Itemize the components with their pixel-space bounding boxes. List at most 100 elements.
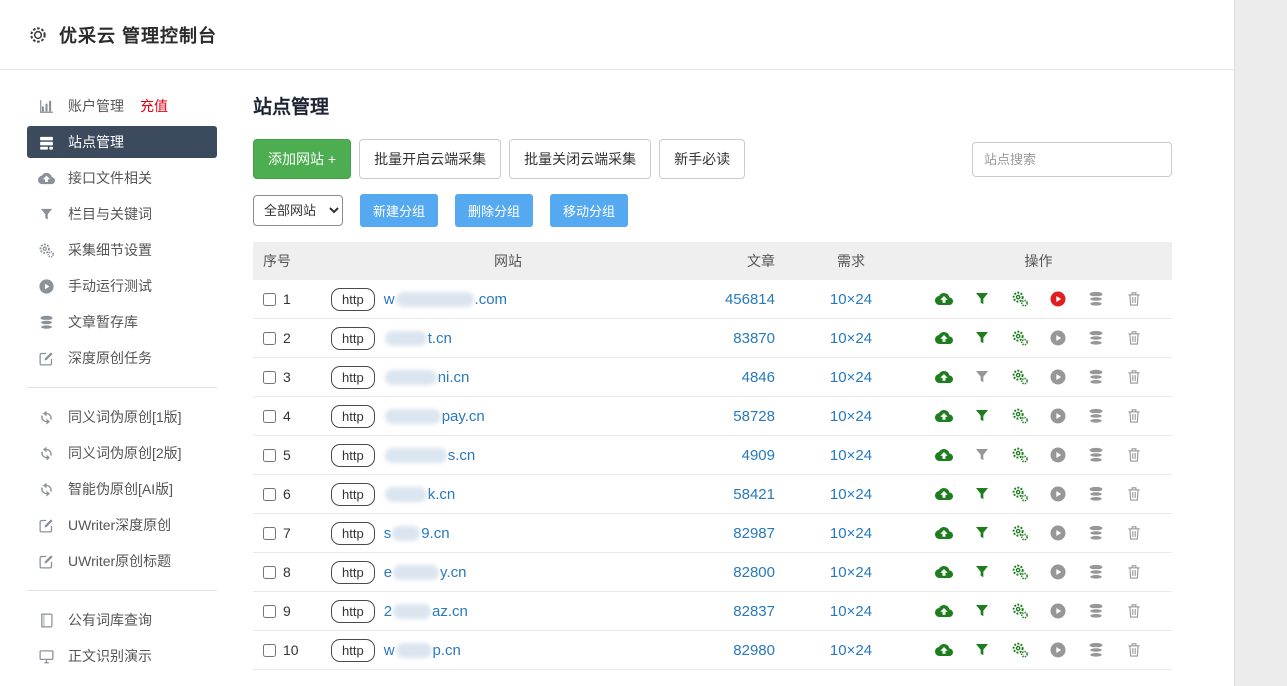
trash-action-icon[interactable] <box>1125 602 1143 620</box>
group-filter-select[interactable]: 全部网站 <box>253 195 343 226</box>
database-action-icon[interactable] <box>1087 368 1105 386</box>
site-domain[interactable]: pay.cn <box>384 408 485 425</box>
site-domain[interactable]: s9.cn <box>384 525 450 542</box>
move-group-button[interactable]: 移动分组 <box>550 194 628 227</box>
gears-action-icon[interactable] <box>1011 602 1029 620</box>
filter-action-icon[interactable] <box>973 446 991 464</box>
article-count[interactable]: 82800 <box>685 564 797 581</box>
new-group-button[interactable]: 新建分组 <box>360 194 438 227</box>
protocol-badge[interactable]: http <box>331 366 375 389</box>
row-checkbox[interactable] <box>263 410 276 423</box>
site-domain[interactable]: t.cn <box>384 330 452 347</box>
sidebar-item[interactable]: 栏目与关键词 <box>27 198 217 230</box>
article-count[interactable]: 456814 <box>685 291 797 308</box>
trash-action-icon[interactable] <box>1125 368 1143 386</box>
article-count[interactable]: 4909 <box>685 447 797 464</box>
filter-action-icon[interactable] <box>973 602 991 620</box>
filter-action-icon[interactable] <box>973 524 991 542</box>
sidebar-item[interactable]: 站点管理 <box>27 126 217 158</box>
cloud-upload-action-icon[interactable] <box>935 524 953 542</box>
filter-action-icon[interactable] <box>973 485 991 503</box>
sidebar-item[interactable]: 手动运行测试 <box>27 270 217 302</box>
gears-action-icon[interactable] <box>1011 485 1029 503</box>
newbie-guide-button[interactable]: 新手必读 <box>659 139 745 179</box>
play-action-icon[interactable] <box>1049 446 1067 464</box>
cloud-upload-action-icon[interactable] <box>935 641 953 659</box>
article-count[interactable]: 82987 <box>685 525 797 542</box>
filter-action-icon[interactable] <box>973 641 991 659</box>
sidebar-item[interactable]: 正文识别演示 <box>27 640 217 672</box>
gears-action-icon[interactable] <box>1011 368 1029 386</box>
site-domain[interactable]: wp.cn <box>384 642 461 659</box>
row-checkbox[interactable] <box>263 527 276 540</box>
database-action-icon[interactable] <box>1087 407 1105 425</box>
filter-action-icon[interactable] <box>973 407 991 425</box>
trash-action-icon[interactable] <box>1125 407 1143 425</box>
site-domain[interactable]: ni.cn <box>384 369 470 386</box>
protocol-badge[interactable]: http <box>331 327 375 350</box>
sidebar-item[interactable]: 智能伪原创[AI版] <box>27 473 217 505</box>
gears-action-icon[interactable] <box>1011 407 1029 425</box>
trash-action-icon[interactable] <box>1125 641 1143 659</box>
cloud-upload-action-icon[interactable] <box>935 407 953 425</box>
database-action-icon[interactable] <box>1087 446 1105 464</box>
sidebar-item[interactable]: 深度原创任务 <box>27 342 217 374</box>
row-checkbox[interactable] <box>263 332 276 345</box>
sidebar-item[interactable]: 采集细节设置 <box>27 234 217 266</box>
article-count[interactable]: 58421 <box>685 486 797 503</box>
article-count[interactable]: 4846 <box>685 369 797 386</box>
filter-action-icon[interactable] <box>973 329 991 347</box>
sidebar-item[interactable]: UWriter深度原创 <box>27 509 217 541</box>
batch-open-button[interactable]: 批量开启云端采集 <box>359 139 501 179</box>
trash-action-icon[interactable] <box>1125 524 1143 542</box>
trash-action-icon[interactable] <box>1125 329 1143 347</box>
protocol-badge[interactable]: http <box>331 600 375 623</box>
site-domain[interactable]: k.cn <box>384 486 456 503</box>
trash-action-icon[interactable] <box>1125 563 1143 581</box>
article-count[interactable]: 58728 <box>685 408 797 425</box>
row-checkbox[interactable] <box>263 644 276 657</box>
play-action-icon[interactable] <box>1049 290 1067 308</box>
sidebar-item[interactable]: 同义词伪原创[1版] <box>27 401 217 433</box>
trash-action-icon[interactable] <box>1125 290 1143 308</box>
site-domain[interactable]: s.cn <box>384 447 476 464</box>
cloud-upload-action-icon[interactable] <box>935 446 953 464</box>
trash-action-icon[interactable] <box>1125 446 1143 464</box>
site-domain[interactable]: w.com <box>384 291 507 308</box>
filter-action-icon[interactable] <box>973 563 991 581</box>
row-checkbox[interactable] <box>263 449 276 462</box>
play-action-icon[interactable] <box>1049 641 1067 659</box>
database-action-icon[interactable] <box>1087 563 1105 581</box>
site-domain[interactable]: ey.cn <box>384 564 467 581</box>
cloud-upload-action-icon[interactable] <box>935 602 953 620</box>
article-count[interactable]: 82980 <box>685 642 797 659</box>
gears-action-icon[interactable] <box>1011 329 1029 347</box>
sidebar-item[interactable]: UWriter原创标题 <box>27 545 217 577</box>
play-action-icon[interactable] <box>1049 407 1067 425</box>
filter-action-icon[interactable] <box>973 368 991 386</box>
cloud-upload-action-icon[interactable] <box>935 563 953 581</box>
row-checkbox[interactable] <box>263 293 276 306</box>
batch-close-button[interactable]: 批量关闭云端采集 <box>509 139 651 179</box>
play-action-icon[interactable] <box>1049 524 1067 542</box>
delete-group-button[interactable]: 删除分组 <box>455 194 533 227</box>
database-action-icon[interactable] <box>1087 602 1105 620</box>
sidebar-item[interactable]: 公有词库查询 <box>27 604 217 636</box>
gears-action-icon[interactable] <box>1011 446 1029 464</box>
row-checkbox[interactable] <box>263 605 276 618</box>
cloud-upload-action-icon[interactable] <box>935 290 953 308</box>
sidebar-item[interactable]: 账户管理充值 <box>27 90 217 122</box>
gears-action-icon[interactable] <box>1011 524 1029 542</box>
article-count[interactable]: 83870 <box>685 330 797 347</box>
protocol-badge[interactable]: http <box>331 288 375 311</box>
cloud-upload-action-icon[interactable] <box>935 329 953 347</box>
sidebar-item[interactable]: 文章暂存库 <box>27 306 217 338</box>
add-site-button[interactable]: 添加网站 + <box>253 139 351 179</box>
protocol-badge[interactable]: http <box>331 483 375 506</box>
play-action-icon[interactable] <box>1049 368 1067 386</box>
article-count[interactable]: 82837 <box>685 603 797 620</box>
protocol-badge[interactable]: http <box>331 639 375 662</box>
protocol-badge[interactable]: http <box>331 405 375 428</box>
sidebar-item[interactable]: 接口文件相关 <box>27 162 217 194</box>
play-action-icon[interactable] <box>1049 563 1067 581</box>
